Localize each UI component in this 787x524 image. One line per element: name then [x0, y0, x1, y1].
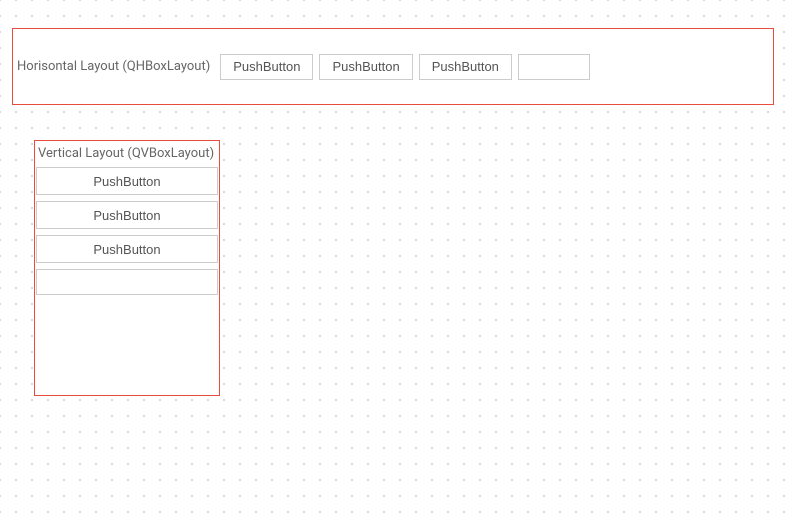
horizontal-layout-container: Horisontal Layout (QHBoxLayout) PushButt… — [12, 28, 774, 105]
vbox-pushbutton-1[interactable]: PushButton — [36, 167, 218, 195]
horizontal-layout-label: Horisontal Layout (QHBoxLayout) — [15, 59, 214, 74]
vbox-pushbutton-3[interactable]: PushButton — [36, 235, 218, 263]
vertical-layout-label: Vertical Layout (QVBoxLayout) — [36, 142, 218, 167]
vbox-pushbutton-2[interactable]: PushButton — [36, 201, 218, 229]
hbox-pushbutton-3[interactable]: PushButton — [419, 54, 512, 80]
hbox-pushbutton-2[interactable]: PushButton — [319, 54, 412, 80]
vbox-text-input[interactable] — [36, 269, 218, 295]
vertical-layout-container: Vertical Layout (QVBoxLayout) PushButton… — [34, 140, 220, 396]
vbox-spacer — [36, 301, 218, 394]
hbox-spacer — [590, 29, 786, 104]
hbox-text-input[interactable] — [518, 54, 590, 80]
hbox-pushbutton-1[interactable]: PushButton — [220, 54, 313, 80]
